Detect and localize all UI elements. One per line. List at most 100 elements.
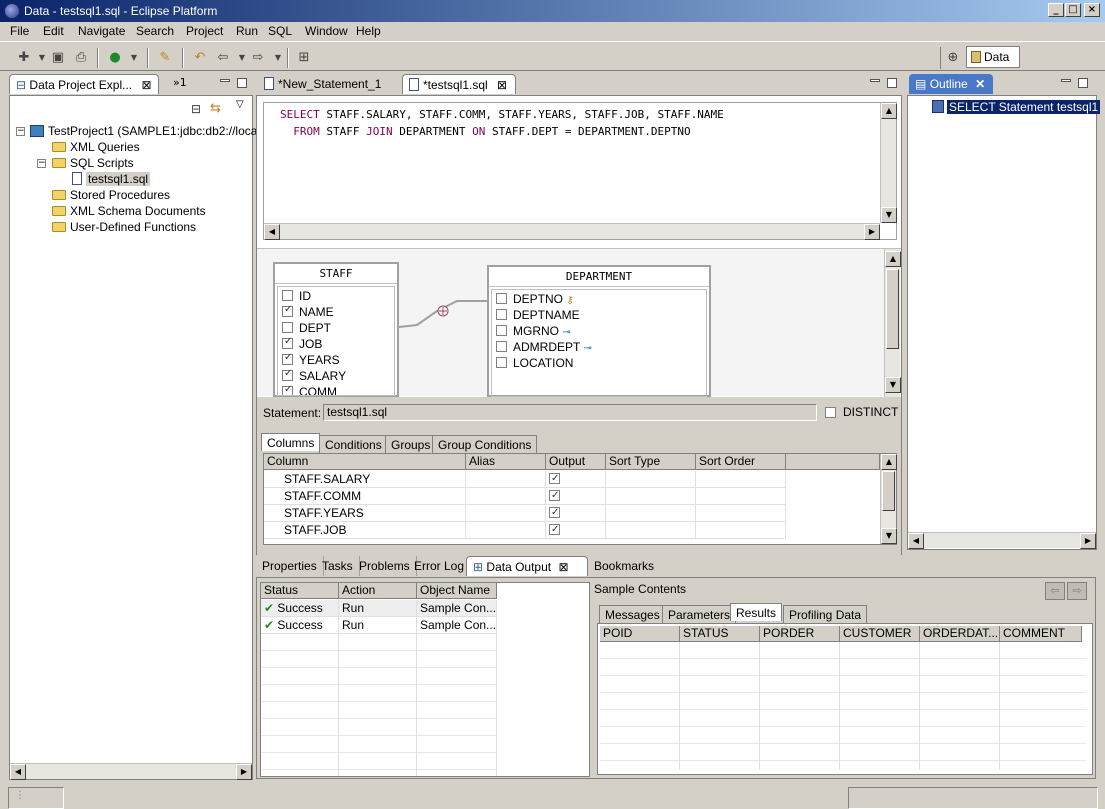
menu-run[interactable]: Run — [236, 24, 258, 38]
tree-item-xml-queries[interactable]: XML Queries — [52, 140, 140, 154]
department-col-admrdept[interactable]: ADMRDEPT ⊸ — [496, 340, 592, 354]
close-icon[interactable]: ⊠ — [497, 78, 507, 92]
tab-parameters[interactable]: Parameters — [662, 605, 737, 623]
grid-vscrollbar[interactable]: ▲ ▼ — [880, 454, 897, 544]
status-bar-handle[interactable]: ⋮ — [8, 787, 64, 809]
tree-item-sql-scripts[interactable]: SQL Scripts — [52, 156, 134, 170]
department-col-location[interactable]: LOCATION — [496, 356, 573, 370]
menu-sql[interactable]: SQL — [268, 24, 292, 38]
grid-header-status[interactable]: STATUS — [680, 626, 760, 642]
tab-bookmarks[interactable]: Bookmarks — [588, 556, 660, 576]
outline-hscrollbar[interactable]: ◀ ▶ — [908, 532, 1096, 549]
tab-outline[interactable]: ▤ Outline ✕ — [909, 74, 993, 94]
tree-item-udf[interactable]: User-Defined Functions — [52, 220, 196, 234]
staff-col-comm[interactable]: COMM — [282, 385, 337, 395]
checkbox[interactable] — [282, 322, 293, 333]
chevron-down-icon[interactable]: ▼ — [126, 50, 142, 66]
staff-col-job[interactable]: JOB — [282, 336, 322, 351]
staff-col-name[interactable]: NAME — [282, 304, 334, 319]
table-row[interactable]: ✔ Success — [261, 600, 339, 617]
table-row[interactable]: STAFF.SALARY — [264, 471, 466, 488]
tree-project[interactable]: TestProject1 (SAMPLE1:jdbc:db2://loca — [30, 124, 257, 138]
staff-col-years[interactable]: YEARS — [282, 352, 340, 367]
tab-results[interactable]: Results — [730, 603, 783, 621]
output-cell[interactable] — [546, 505, 606, 522]
grid-header-sort-order[interactable]: Sort Order — [696, 454, 786, 470]
back-icon[interactable]: ⇦ — [215, 50, 231, 66]
scroll-down-button[interactable]: ▼ — [881, 528, 897, 544]
sort-order-cell[interactable] — [696, 488, 786, 505]
scroll-down-button[interactable]: ▼ — [881, 207, 897, 223]
table-row[interactable]: STAFF.JOB — [264, 522, 466, 539]
checkbox[interactable] — [549, 471, 560, 487]
menu-file[interactable]: File — [10, 24, 29, 38]
alias-cell[interactable] — [466, 471, 546, 488]
new-icon[interactable]: ✚ — [16, 50, 32, 66]
staff-col-id[interactable]: ID — [282, 289, 311, 303]
sort-type-cell[interactable] — [606, 471, 696, 488]
department-col-mgrno[interactable]: MGRNO ⊸ — [496, 324, 571, 338]
table-row[interactable]: STAFF.YEARS — [264, 505, 466, 522]
distinct-checkbox[interactable] — [825, 407, 836, 418]
tab-group-conditions[interactable]: Group Conditions — [432, 435, 538, 453]
close-icon[interactable]: ⊠ — [558, 560, 568, 574]
tab-data-output[interactable]: ⊞ Data Output ⊠ — [466, 556, 588, 576]
maximize-button[interactable]: □ — [1065, 3, 1081, 17]
table-row[interactable]: ✔ Success — [261, 617, 339, 634]
tab-columns[interactable]: Columns — [261, 433, 321, 451]
tab-testsql1[interactable]: *testsql1.sql ⊠ — [402, 74, 516, 94]
tab-properties[interactable]: Properties — [256, 556, 324, 576]
join-connector[interactable] — [399, 289, 489, 339]
menu-project[interactable]: Project — [186, 24, 223, 38]
grid-header-orderdate[interactable]: ORDERDAT... — [920, 626, 1000, 642]
tab-data-project-explorer[interactable]: ⊟ Data Project Expl... ⊠ — [9, 74, 159, 94]
menu-edit[interactable]: Edit — [43, 24, 64, 38]
tab-profiling-data[interactable]: Profiling Data — [783, 605, 868, 623]
menu-navigate[interactable]: Navigate — [78, 24, 125, 38]
sql-hscrollbar[interactable]: ◀ ▶ — [264, 223, 880, 240]
staff-col-dept[interactable]: DEPT — [282, 321, 331, 335]
close-icon[interactable]: ✕ — [975, 77, 985, 91]
grid-header-customer[interactable]: CUSTOMER — [840, 626, 920, 642]
close-button[interactable]: × — [1084, 3, 1100, 17]
checkbox[interactable] — [496, 309, 507, 320]
object-cell[interactable]: Sample Con... — [417, 600, 497, 617]
scroll-thumb[interactable] — [882, 471, 895, 511]
chart-icon[interactable]: ⊞ — [296, 50, 312, 66]
sort-order-cell[interactable] — [696, 522, 786, 539]
tree-item-stored-procedures[interactable]: Stored Procedures — [52, 188, 170, 202]
table-staff[interactable]: STAFF ID NAME DEPT JOB YEARS SALARY COMM — [273, 262, 399, 397]
minimize-view-icon[interactable] — [1061, 79, 1071, 82]
checkbox[interactable] — [282, 352, 293, 365]
perspective-data-button[interactable]: Data — [966, 46, 1020, 68]
collapse-all-icon[interactable]: ⊟ — [191, 102, 201, 116]
scroll-up-button[interactable]: ▲ — [881, 454, 897, 470]
table-row[interactable]: STAFF.COMM — [264, 488, 466, 505]
grid-header-porder[interactable]: PORDER — [760, 626, 840, 642]
department-col-deptname[interactable]: DEPTNAME — [496, 308, 580, 322]
forward-icon[interactable]: ⇨ — [250, 50, 266, 66]
alias-cell[interactable] — [466, 522, 546, 539]
tab-new-statement-1[interactable]: *New_Statement_1 — [258, 74, 398, 94]
checkbox[interactable] — [282, 385, 293, 395]
checkbox[interactable] — [282, 336, 293, 349]
tab-messages[interactable]: Messages — [599, 605, 666, 623]
diagram-vscrollbar[interactable]: ▲ ▼ — [884, 249, 901, 397]
alias-cell[interactable] — [466, 488, 546, 505]
grid-header-poid[interactable]: POID — [600, 626, 680, 642]
scroll-left-button[interactable]: ◀ — [264, 224, 280, 240]
scroll-right-button[interactable]: ▶ — [236, 764, 252, 780]
sort-type-cell[interactable] — [606, 522, 696, 539]
sort-order-cell[interactable] — [696, 471, 786, 488]
save-icon[interactable]: ▣ — [50, 50, 66, 66]
forward-icon[interactable]: ⇨ — [1067, 582, 1087, 600]
collapse-sql-scripts-toggle[interactable]: − — [37, 159, 46, 168]
menu-help[interactable]: Help — [356, 24, 381, 38]
minimize-button[interactable]: _ — [1048, 3, 1064, 17]
last-edit-icon[interactable]: ↶ — [192, 50, 208, 66]
scroll-right-button[interactable]: ▶ — [864, 224, 880, 240]
checkbox[interactable] — [549, 505, 560, 521]
checkbox[interactable] — [282, 368, 293, 381]
view-menu-icon[interactable]: ▽ — [236, 99, 244, 110]
tab-conditions[interactable]: Conditions — [319, 435, 388, 453]
